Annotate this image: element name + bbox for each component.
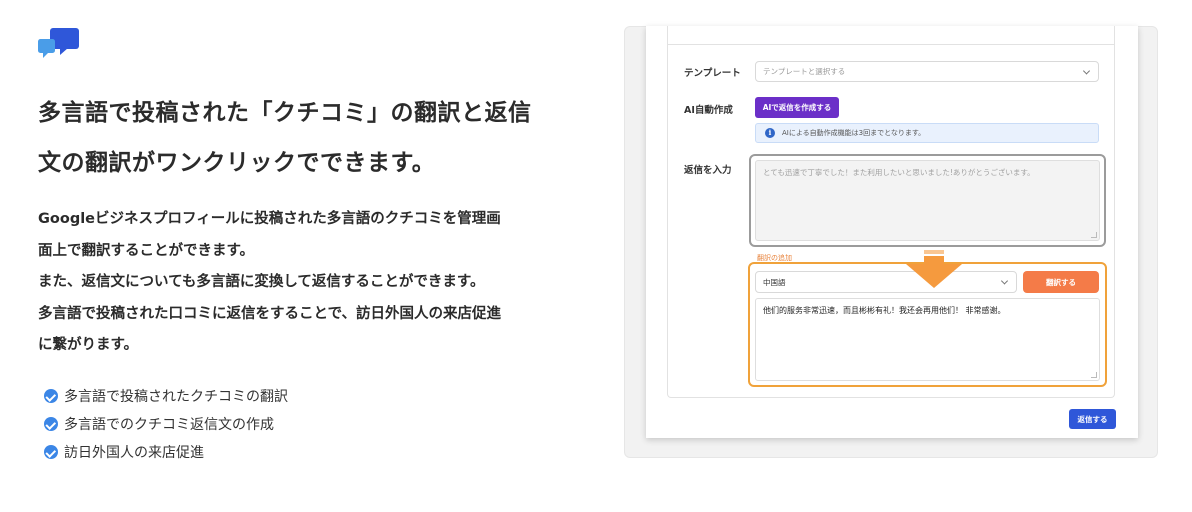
reply-textarea[interactable]: とても迅速で丁寧でした！また利用したいと思いました!ありがとうございます。 [755,160,1100,241]
feature-label: 多言語で投稿されたクチコミの翻訳 [64,389,288,405]
feature-item: 多言語でのクチコミ返信文の作成 [44,410,288,438]
translated-textarea[interactable]: 他们的服务非常迅速，而且彬彬有礼！我还会再用他们！ 非常感谢。 [755,298,1100,381]
description-line-2: 面上で翻訳することができます。 [38,242,255,259]
ai-info-notice: i AIによる自動作成機能は3回までとなります。 [755,123,1099,143]
description-line-5: に繋がります。 [38,337,139,353]
language-selected: 中国語 [763,277,786,287]
translated-text: 他们的服务非常迅速，而且彬彬有礼！我还会再用他们！ 非常感谢。 [763,306,1006,315]
info-icon: i [765,128,775,138]
feature-list: 多言語で投稿されたクチコミの翻訳 多言語でのクチコミ返信文の作成 訪日外国人の来… [44,382,288,466]
description-line-1: Googleビジネスプロフィールに投稿された多言語のクチコミを管理画 [38,211,501,227]
arrow-down-icon [906,250,962,288]
page-headline: 多言語で投稿された「クチコミ」の翻訳と返信 文の翻訳がワンクリックでできます。 [38,88,578,188]
reply-input-label: 返信を入力 [684,165,732,176]
headline-line-2: 文の翻訳がワンクリックでできます。 [38,150,436,176]
feature-label: 訪日外国人の来店促進 [64,445,204,461]
feature-label: 多言語でのクチコミ返信文の作成 [64,417,274,433]
check-circle-icon [44,389,58,403]
resize-handle-icon[interactable] [1091,372,1097,378]
description: Googleビジネスプロフィールに投稿された多言語のクチコミを管理画 面上で翻訳… [38,204,578,362]
ai-generate-reply-button[interactable]: AIで返信を作成する [755,97,839,118]
panel-divider [667,44,1115,45]
ai-auto-label: AI自動作成 [684,105,733,116]
chevron-down-icon [1082,66,1091,75]
reply-text: とても迅速で丁寧でした！また利用したいと思いました!ありがとうございます。 [763,168,1035,177]
headline-line-1: 多言語で投稿された「クチコミ」の翻訳と返信 [38,100,532,126]
template-select[interactable]: テンプレートと選択する [755,61,1099,82]
template-select-placeholder: テンプレートと選択する [763,67,846,76]
check-circle-icon [44,445,58,459]
feature-item: 多言語で投稿されたクチコミの翻訳 [44,382,288,410]
chevron-down-icon [1000,277,1009,285]
resize-handle-icon[interactable] [1091,232,1097,238]
language-select[interactable]: 中国語 [755,271,1017,293]
check-circle-icon [44,417,58,431]
feature-item: 訪日外国人の来店促進 [44,438,288,466]
chat-bubbles-icon [38,28,79,58]
translate-button[interactable]: 翻訳する [1023,271,1099,293]
ai-info-text: AIによる自動作成機能は3回までとなります。 [782,129,926,137]
description-line-3: また、返信文についても多言語に変換して返信することができます。 [38,274,485,290]
send-reply-button[interactable]: 返信する [1069,409,1116,429]
template-label: テンプレート [684,68,741,79]
description-line-4: 多言語で投稿された口コミに返信をすることで、訪日外国人の来店促進 [38,305,501,322]
